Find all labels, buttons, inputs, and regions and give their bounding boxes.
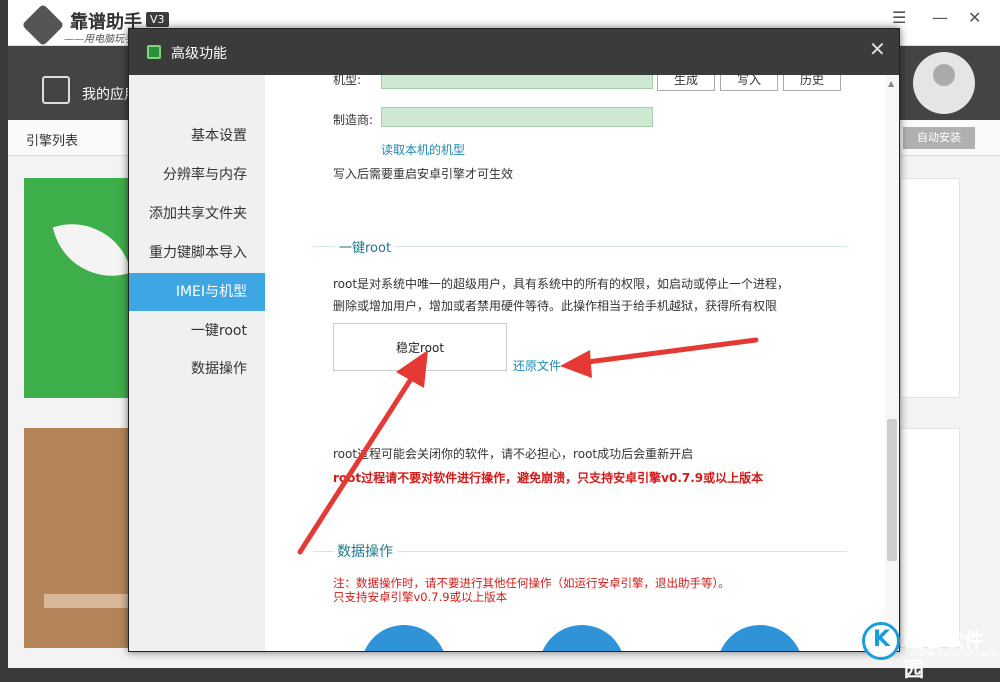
arrow-to-stable-root (297, 350, 428, 555)
watermark-logo: K (862, 622, 900, 660)
watermark-url: www.downkr.com (910, 648, 998, 659)
watermark-logo-letter: K (873, 627, 891, 652)
arrow-to-restore-file (560, 337, 759, 378)
annotation-arrows (297, 337, 759, 555)
